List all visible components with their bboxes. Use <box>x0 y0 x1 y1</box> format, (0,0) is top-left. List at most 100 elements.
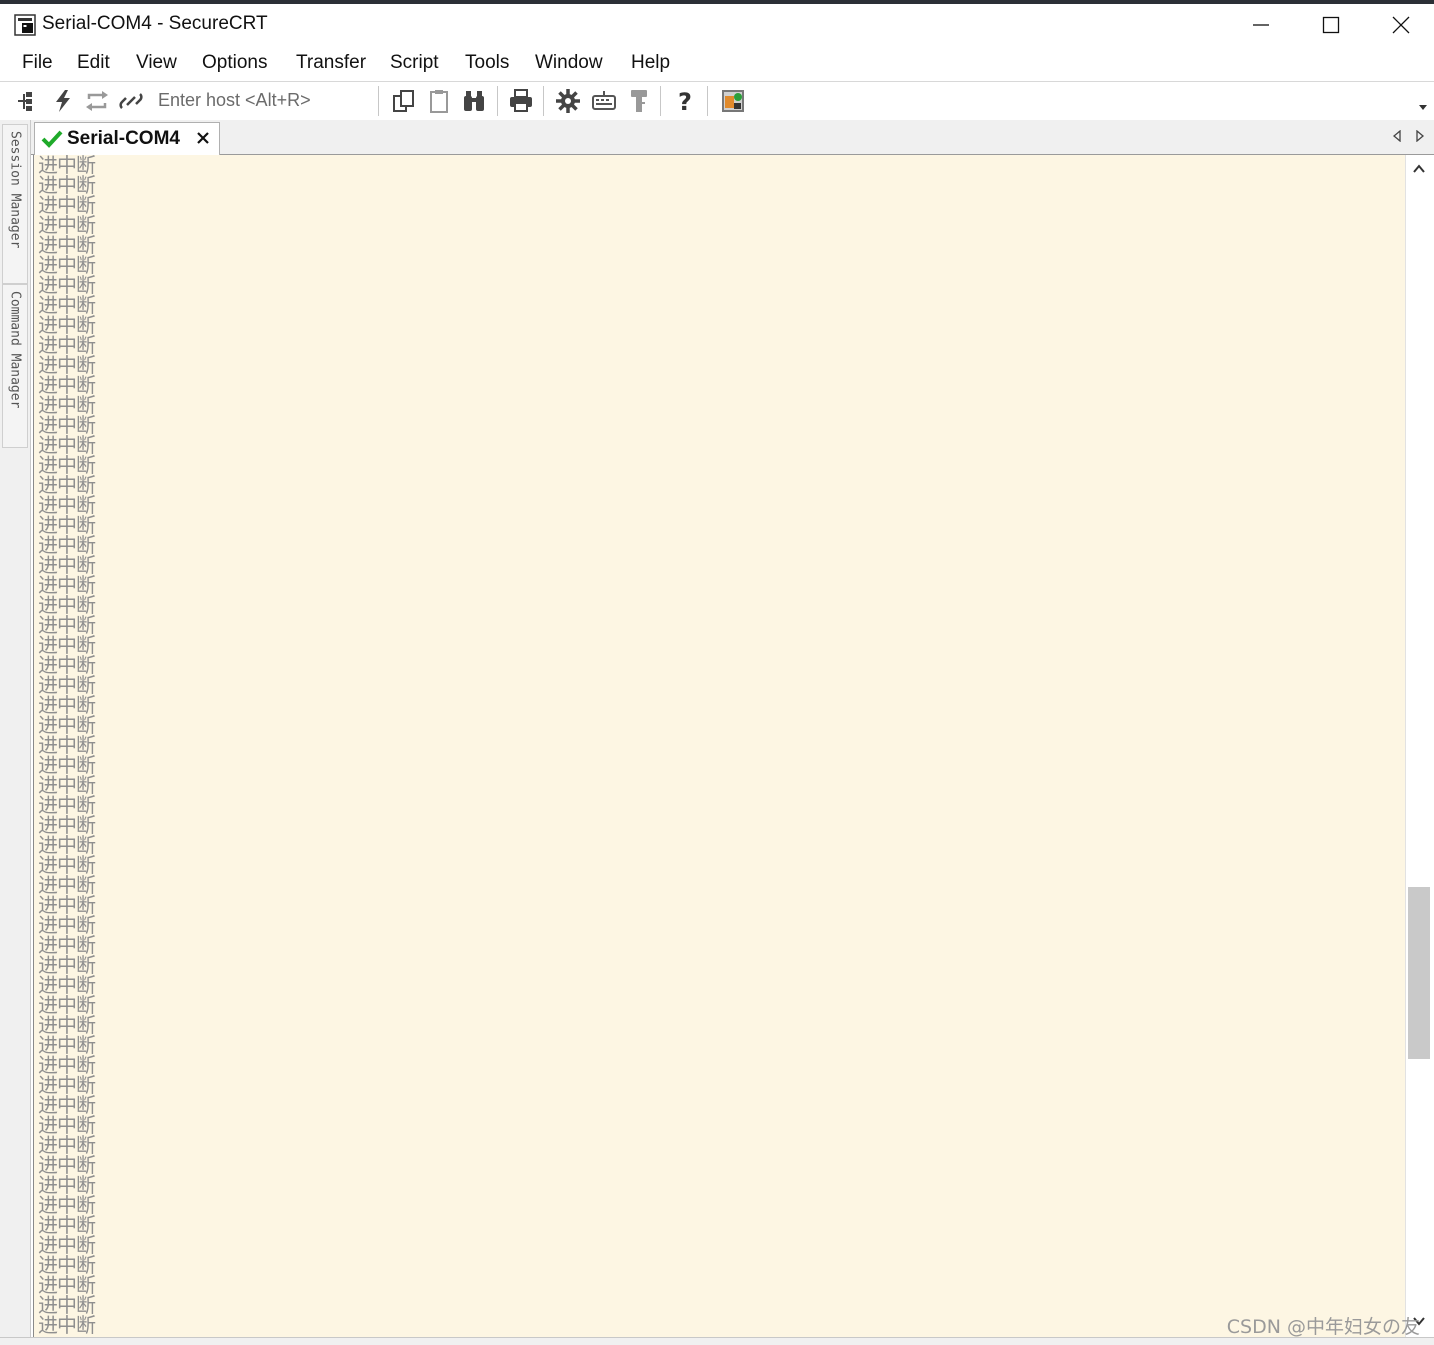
menu-transfer[interactable]: Transfer <box>296 52 366 74</box>
terminal-line: 进中断 <box>38 813 96 837</box>
terminal-line: 进中断 <box>38 1253 96 1277</box>
tab-scroll-left-icon[interactable] <box>1392 130 1402 142</box>
terminal-line: 进中断 <box>38 1293 96 1317</box>
terminal-line: 进中断 <box>38 433 96 457</box>
terminal-line: 进中断 <box>38 713 96 737</box>
terminal-line: 进中断 <box>38 1093 96 1117</box>
command-manager-label: Command Manager <box>7 291 23 409</box>
find-icon[interactable] <box>461 88 487 114</box>
terminal-output: 进中断 进中断 进中断 进中断 进中断 进中断 进中断 进中断 进中断 进中断 进中断 进中断 进中断进… <box>38 155 96 1337</box>
terminal-line: 进中断 <box>38 553 96 577</box>
menu-options[interactable]: Options <box>202 52 267 74</box>
tab-bar: Serial-COM4 <box>31 120 1434 155</box>
terminal-line: 进中断 <box>38 853 96 877</box>
minimize-button[interactable] <box>1226 4 1296 46</box>
toolbar-overflow-chevron-icon[interactable] <box>1418 102 1428 112</box>
keymap-icon[interactable] <box>591 88 617 114</box>
session-manager-label: Session Manager <box>7 131 23 249</box>
terminal-line: 进中断 <box>38 893 96 917</box>
menu-script[interactable]: Script <box>390 52 439 74</box>
menu-bar: File Edit View Options Transfer Script T… <box>0 46 1434 81</box>
command-manager-tab[interactable]: Command Manager <box>2 284 28 448</box>
terminal-line: 进中断 <box>38 1153 96 1177</box>
tab-serial-com4[interactable]: Serial-COM4 <box>34 122 220 155</box>
terminal-line: 进中断 <box>38 753 96 777</box>
minimize-icon <box>1253 24 1269 26</box>
vertical-scrollbar[interactable] <box>1405 155 1432 1337</box>
paste-icon[interactable] <box>426 88 452 114</box>
terminal-line: 进中断 <box>38 313 96 337</box>
terminal-line: 进中断 <box>38 333 96 357</box>
terminal-line: 进中断 <box>38 1313 96 1337</box>
terminal-line: 进中断 <box>38 373 96 397</box>
session-manager-tab[interactable]: Session Manager <box>2 124 28 284</box>
key-agent-icon[interactable] <box>626 88 652 114</box>
terminal-line: 进中断 <box>38 1073 96 1097</box>
connect-icon[interactable] <box>14 88 40 114</box>
disconnect-icon[interactable] <box>118 88 144 114</box>
toolbar-separator <box>543 86 544 116</box>
window-title: Serial-COM4 - SecureCRT <box>42 13 268 34</box>
terminal-line: 进中断 <box>38 913 96 937</box>
terminal-line: 进中断 <box>38 993 96 1017</box>
terminal-view[interactable]: 进中断 进中断 进中断 进中断 进中断 进中断 进中断 进中断 进中断 进中断 进中断 进中断 进中断进… <box>33 155 1406 1337</box>
terminal-line: 进中断 <box>38 1033 96 1057</box>
scroll-up-chevron-icon[interactable] <box>1412 163 1426 175</box>
menu-view[interactable]: View <box>136 52 177 74</box>
menu-help[interactable]: Help <box>631 52 670 74</box>
menu-edit[interactable]: Edit <box>77 52 110 74</box>
terminal-line: 进中断 <box>38 155 96 177</box>
terminal-line: 进中断 <box>38 1133 96 1157</box>
tab-close-icon[interactable] <box>195 130 211 146</box>
terminal-line: 进中断 <box>38 233 96 257</box>
terminal-line: 进中断 <box>38 1213 96 1237</box>
terminal-line: 进中断 <box>38 593 96 617</box>
watermark: CSDN @中年妇女の友 <box>1226 1316 1420 1338</box>
terminal-line: 进中断 <box>38 1193 96 1217</box>
terminal-line: 进中断 <box>38 453 96 477</box>
terminal-line: 进中断 <box>38 293 96 317</box>
toolbar-separator <box>378 86 379 116</box>
terminal-line: 进中断 <box>38 1273 96 1297</box>
terminal-line: 进中断 <box>38 413 96 437</box>
sftp-icon[interactable] <box>720 88 746 114</box>
terminal-line: 进中断 <box>38 253 96 277</box>
terminal-line: 进中断 <box>38 973 96 997</box>
terminal-line: 进中断 <box>38 573 96 597</box>
terminal-line: 进中断 <box>38 213 96 237</box>
toolbar-separator <box>497 86 498 116</box>
session-options-icon[interactable] <box>555 88 581 114</box>
terminal-line: 进中断 <box>38 773 96 797</box>
toolbar-separator <box>707 86 708 116</box>
terminal-line: 进中断 <box>38 273 96 297</box>
menu-file[interactable]: File <box>22 52 53 74</box>
toolbar-separator <box>660 86 661 116</box>
scrollbar-thumb[interactable] <box>1408 887 1430 1059</box>
menu-window[interactable]: Window <box>535 52 603 74</box>
help-icon[interactable]: ? <box>672 88 698 114</box>
toolbar: ? <box>0 81 1434 121</box>
title-bar: Serial-COM4 - SecureCRT <box>0 4 1434 46</box>
terminal-line: 进中断 <box>38 473 96 497</box>
terminal-line: 进中断 <box>38 1233 96 1257</box>
close-button[interactable] <box>1366 4 1434 46</box>
terminal-line: 进中断 <box>38 1173 96 1197</box>
quick-connect-icon[interactable] <box>50 88 76 114</box>
copy-icon[interactable] <box>391 88 417 114</box>
terminal-line: 进中断 <box>38 793 96 817</box>
host-input[interactable] <box>154 87 380 113</box>
terminal-line: 进中断 <box>38 513 96 537</box>
terminal-line: 进中断 <box>38 193 96 217</box>
close-icon <box>1392 16 1410 34</box>
menu-tools[interactable]: Tools <box>465 52 509 74</box>
terminal-line: 进中断 <box>38 613 96 637</box>
maximize-icon <box>1322 16 1340 34</box>
reconnect-icon[interactable] <box>84 88 110 114</box>
tab-scroll-right-icon[interactable] <box>1415 130 1425 142</box>
terminal-line: 进中断 <box>38 493 96 517</box>
terminal-line: 进中断 <box>38 1113 96 1137</box>
terminal-line: 进中断 <box>38 873 96 897</box>
maximize-button[interactable] <box>1296 4 1366 46</box>
print-icon[interactable] <box>508 88 534 114</box>
terminal-line: 进中断 <box>38 733 96 757</box>
